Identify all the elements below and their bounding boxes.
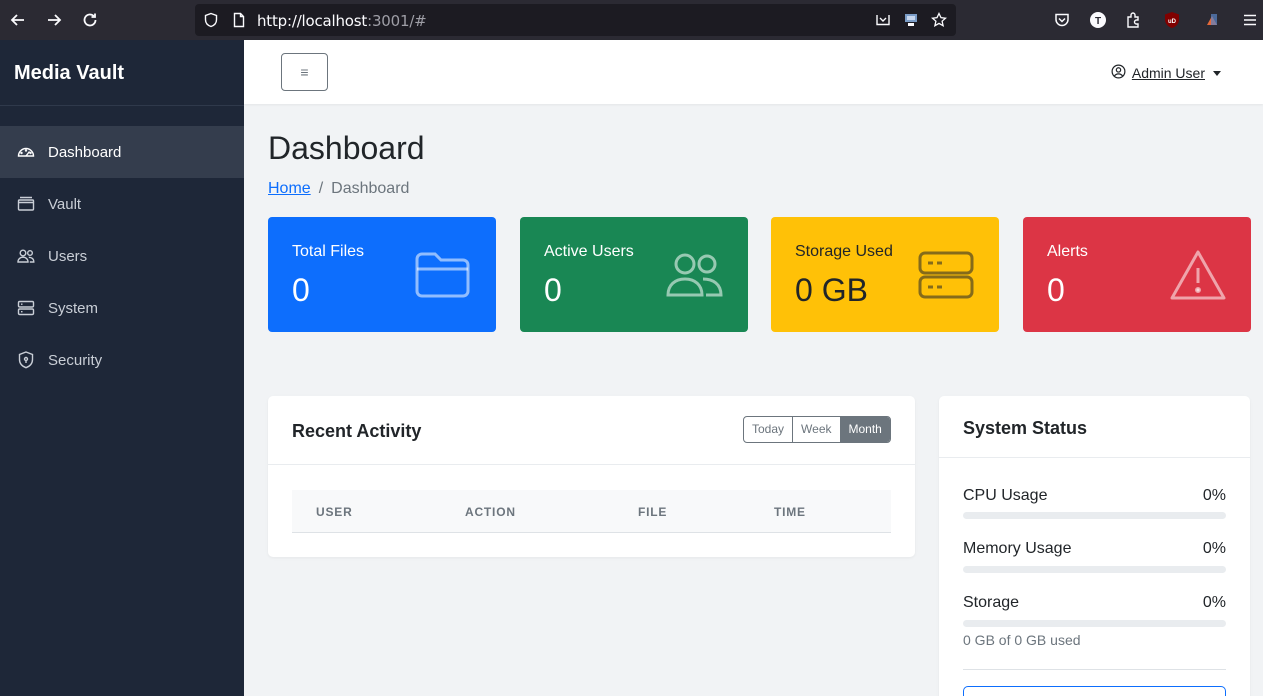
account-avatar-icon[interactable]: T xyxy=(1089,11,1107,29)
address-bar[interactable]: http://localhost:3001/# xyxy=(195,4,956,36)
filter-month-button[interactable]: Month xyxy=(840,417,890,442)
card-title: Recent Activity xyxy=(292,421,422,441)
forward-icon[interactable] xyxy=(44,10,64,30)
speedometer-icon xyxy=(16,142,36,162)
stat-value: 0 xyxy=(1047,272,1065,308)
stat-label: Total Files xyxy=(292,243,365,260)
storage-usage-note: 0 GB of 0 GB used xyxy=(963,632,1081,648)
sidebar-item-system[interactable]: System xyxy=(0,282,244,334)
sidebar: Media Vault Dashboard Vault Users System… xyxy=(0,40,244,696)
url-path: :3001/# xyxy=(367,12,427,30)
people-icon xyxy=(16,246,36,266)
back-icon[interactable] xyxy=(8,10,28,30)
user-name: Admin User xyxy=(1131,65,1205,81)
recent-activity-card: Recent Activity Today Week Month USER AC… xyxy=(268,396,915,557)
chevron-down-icon xyxy=(1213,70,1221,76)
sidebar-item-label: Users xyxy=(48,247,88,265)
browser-toolbar: http://localhost:3001/# T uD xyxy=(0,0,1263,40)
column-header-file[interactable]: FILE xyxy=(638,505,667,519)
server-icon xyxy=(917,249,975,301)
reload-icon[interactable] xyxy=(80,10,100,30)
svg-text:T: T xyxy=(1095,16,1101,27)
filter-today-button[interactable]: Today xyxy=(744,417,794,442)
card-header-divider xyxy=(268,464,915,465)
save-to-pocket-icon[interactable] xyxy=(875,12,891,28)
sidebar-item-label: Security xyxy=(48,351,103,369)
stat-label: Active Users xyxy=(544,243,634,260)
menu-icon[interactable] xyxy=(1241,11,1259,29)
breadcrumb-home-link[interactable]: Home xyxy=(268,180,311,197)
metric-value-cpu: 0% xyxy=(1202,487,1226,504)
hamburger-icon: ≡ xyxy=(300,64,309,80)
stat-card-active-users: Active Users 0 xyxy=(520,217,748,332)
sidebar-item-label: System xyxy=(48,299,99,317)
stat-card-storage-used: Storage Used 0 GB xyxy=(771,217,999,332)
breadcrumb-separator: / xyxy=(318,180,324,197)
period-filter-group: Today Week Month xyxy=(743,416,891,443)
status-divider xyxy=(963,669,1226,670)
column-header-user[interactable]: USER xyxy=(316,505,353,519)
stat-value: 0 xyxy=(544,272,562,308)
metric-label-memory: Memory Usage xyxy=(963,540,1072,557)
sidebar-item-label: Vault xyxy=(48,195,82,213)
sidebar-item-dashboard[interactable]: Dashboard xyxy=(0,126,244,178)
column-header-time[interactable]: TIME xyxy=(774,505,806,519)
pocket-icon[interactable] xyxy=(1053,11,1071,29)
stat-label: Alerts xyxy=(1047,243,1088,260)
people-icon xyxy=(666,249,724,301)
sidebar-toggle-button[interactable]: ≡ xyxy=(281,53,328,91)
extensions-icon[interactable] xyxy=(1125,11,1143,29)
card-title: System Status xyxy=(963,418,1088,438)
top-header: ≡ Admin User xyxy=(244,40,1263,104)
folder-icon xyxy=(414,249,472,301)
sidebar-item-users[interactable]: Users xyxy=(0,230,244,282)
warning-icon xyxy=(1169,249,1227,301)
cpu-progress-bar xyxy=(963,512,1226,519)
page-icon xyxy=(231,12,247,28)
stat-label: Storage Used xyxy=(795,243,893,260)
memory-progress-bar xyxy=(963,566,1226,573)
stat-value: 0 GB xyxy=(795,272,868,308)
url-text: http://localhost:3001/# xyxy=(257,12,427,30)
metric-value-memory: 0% xyxy=(1202,540,1226,557)
card-header-divider xyxy=(939,457,1250,458)
bookmark-star-icon[interactable] xyxy=(930,11,948,28)
server-icon xyxy=(16,298,36,318)
safe-icon xyxy=(16,194,36,214)
page-title: Dashboard xyxy=(268,130,425,166)
metric-label-storage: Storage xyxy=(963,594,1020,611)
stat-value: 0 xyxy=(292,272,310,308)
system-status-card: System Status CPU Usage 0% Memory Usage … xyxy=(939,396,1250,696)
stat-card-alerts: Alerts 0 xyxy=(1023,217,1251,332)
url-host: http://localhost xyxy=(257,12,368,30)
ublock-icon[interactable]: uD xyxy=(1163,11,1181,29)
filter-week-button[interactable]: Week xyxy=(793,417,841,442)
metric-label-cpu: CPU Usage xyxy=(963,487,1048,504)
stat-card-total-files: Total Files 0 xyxy=(268,217,496,332)
user-circle-icon xyxy=(1111,64,1126,82)
table-header: USER ACTION FILE TIME xyxy=(292,490,891,533)
shield-icon xyxy=(16,350,36,370)
status-action-button[interactable] xyxy=(963,686,1226,696)
breadcrumb: Home / Dashboard xyxy=(268,180,409,198)
metric-value-storage: 0% xyxy=(1202,594,1226,611)
sidebar-item-label: Dashboard xyxy=(48,143,122,161)
user-dropdown[interactable]: Admin User xyxy=(1111,64,1221,82)
breadcrumb-current: Dashboard xyxy=(331,180,410,197)
storage-progress-bar xyxy=(963,620,1226,627)
network-icon[interactable] xyxy=(903,12,919,28)
svg-text:uD: uD xyxy=(1168,19,1177,25)
column-header-action[interactable]: ACTION xyxy=(465,505,516,519)
sidebar-item-vault[interactable]: Vault xyxy=(0,178,244,230)
extension-tool-icon[interactable] xyxy=(1203,11,1221,29)
brand-title[interactable]: Media Vault xyxy=(14,62,124,85)
shield-outline-icon xyxy=(203,12,219,28)
sidebar-item-security[interactable]: Security xyxy=(0,334,244,386)
sidebar-divider xyxy=(0,105,244,106)
